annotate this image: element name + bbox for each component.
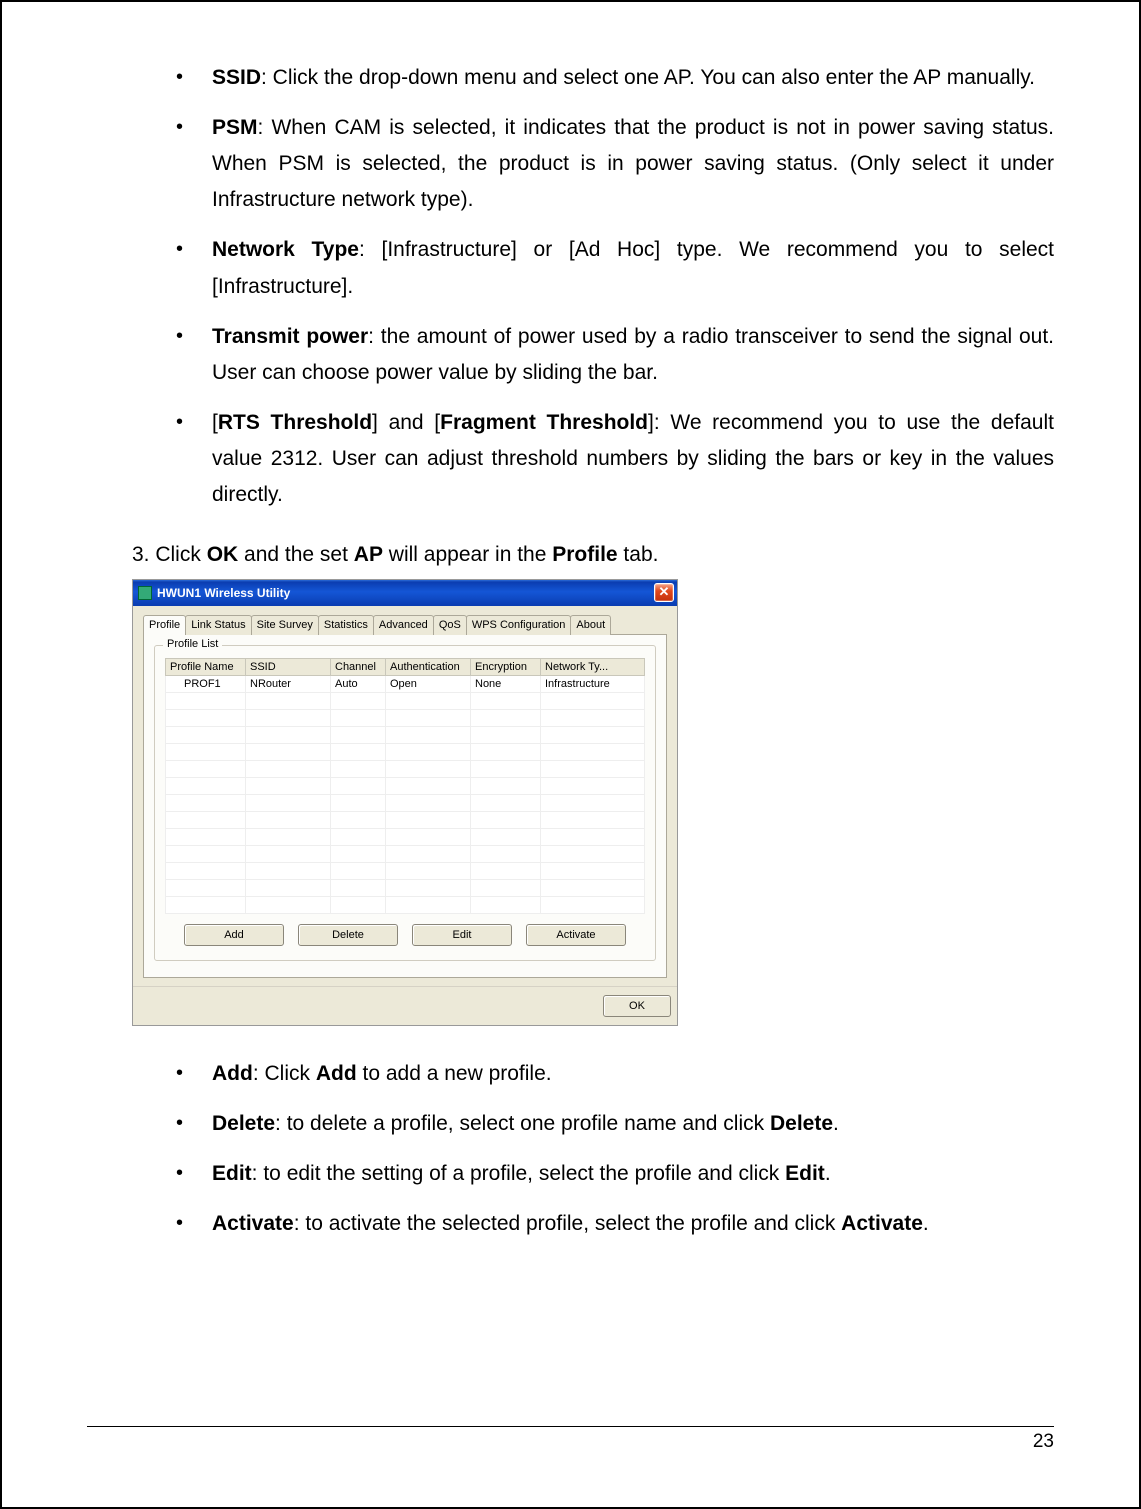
term2: Add: [316, 1062, 357, 1085]
tab-statistics[interactable]: Statistics: [318, 615, 374, 635]
column-header[interactable]: Authentication: [386, 658, 471, 675]
activate-button[interactable]: Activate: [526, 924, 626, 946]
wireless-utility-dialog: HWUN1 Wireless Utility ✕ ProfileLink Sta…: [132, 579, 678, 1026]
close-icon[interactable]: ✕: [654, 583, 674, 602]
cell: Auto: [331, 675, 386, 692]
table-row-empty: [166, 692, 645, 709]
rest: .: [923, 1212, 929, 1235]
term2: Delete: [770, 1112, 833, 1135]
table-row-empty: [166, 896, 645, 913]
tab-link-status[interactable]: Link Status: [185, 615, 251, 635]
bottom-bullet-list: Add: Click Add to add a new profile. Dele…: [132, 1056, 1054, 1242]
table-row[interactable]: PROF1NRouterAutoOpenNoneInfrastructure: [166, 675, 645, 692]
tab-strip: ProfileLink StatusSite SurveyStatisticsA…: [143, 614, 667, 635]
tab-site-survey[interactable]: Site Survey: [251, 615, 319, 635]
cell: None: [471, 675, 541, 692]
table-row-empty: [166, 862, 645, 879]
column-header[interactable]: Channel: [331, 658, 386, 675]
cell: Infrastructure: [541, 675, 645, 692]
tab-panel-profile: Profile List Profile NameSSIDChannelAuth…: [143, 635, 667, 978]
table-row-empty: [166, 828, 645, 845]
edit-button[interactable]: Edit: [412, 924, 512, 946]
profile-button-row: Add Delete Edit Activate: [165, 924, 645, 946]
b: OK: [207, 543, 239, 566]
tab-qos[interactable]: QoS: [433, 615, 467, 635]
b: AP: [354, 543, 383, 566]
term: Network Type: [212, 238, 359, 261]
group-legend: Profile List: [163, 638, 222, 650]
tab-about[interactable]: About: [570, 615, 611, 635]
column-header[interactable]: Network Ty...: [541, 658, 645, 675]
cell: PROF1: [166, 675, 246, 692]
profile-table: Profile NameSSIDChannelAuthenticationEnc…: [165, 658, 645, 914]
mid: : to activate the selected profile, sele…: [294, 1212, 841, 1235]
bullet-network-type: Network Type: [Infrastructure] or [Ad Ho…: [212, 232, 1054, 304]
b: Profile: [552, 543, 617, 566]
table-row-empty: [166, 794, 645, 811]
table-row-empty: [166, 743, 645, 760]
t: tab.: [618, 543, 659, 566]
column-header[interactable]: SSID: [246, 658, 331, 675]
bullet-rts-fragment: [RTS Threshold] and [Fragment Threshold]…: [212, 405, 1054, 513]
term: Activate: [212, 1212, 294, 1235]
mid: : Click: [253, 1062, 316, 1085]
window-title: HWUN1 Wireless Utility: [157, 586, 649, 600]
bullet-psm: PSM: When CAM is selected, it indicates …: [212, 110, 1054, 218]
bullet-activate: Activate: to activate the selected profi…: [212, 1206, 1054, 1242]
table-row-empty: [166, 777, 645, 794]
profile-list-group: Profile List Profile NameSSIDChannelAuth…: [154, 645, 656, 961]
table-row-empty: [166, 709, 645, 726]
term2: Edit: [785, 1162, 825, 1185]
rest: .: [833, 1112, 839, 1135]
term: Transmit power: [212, 325, 368, 348]
add-button[interactable]: Add: [184, 924, 284, 946]
term-fragment: Fragment Threshold: [440, 411, 648, 434]
term: Delete: [212, 1112, 275, 1135]
cell: Open: [386, 675, 471, 692]
column-header[interactable]: Profile Name: [166, 658, 246, 675]
mid: : to edit the setting of a profile, sele…: [252, 1162, 785, 1185]
term2: Activate: [841, 1212, 923, 1235]
bullet-ssid: SSID: Click the drop-down menu and selec…: [212, 60, 1054, 96]
dialog-button-row: OK: [133, 986, 677, 1025]
table-row-empty: [166, 811, 645, 828]
bullet-edit: Edit: to edit the setting of a profile, …: [212, 1156, 1054, 1192]
bullet-add: Add: Click Add to add a new profile.: [212, 1056, 1054, 1092]
page-number: 23: [1033, 1431, 1054, 1453]
top-bullet-list: SSID: Click the drop-down menu and selec…: [132, 60, 1054, 513]
term: Edit: [212, 1162, 252, 1185]
bullet-text: : Click the drop-down menu and select on…: [261, 66, 1035, 89]
delete-button[interactable]: Delete: [298, 924, 398, 946]
app-icon: [138, 586, 152, 600]
term: SSID: [212, 66, 261, 89]
t: and the set: [238, 543, 354, 566]
bullet-delete: Delete: to delete a profile, select one …: [212, 1106, 1054, 1142]
table-row-empty: [166, 726, 645, 743]
ok-button[interactable]: OK: [603, 995, 671, 1017]
tab-wps-configuration[interactable]: WPS Configuration: [466, 615, 572, 635]
t: 3. Click: [132, 543, 207, 566]
table-row-empty: [166, 879, 645, 896]
rest: to add a new profile.: [357, 1062, 552, 1085]
t: will appear in the: [383, 543, 552, 566]
term: Add: [212, 1062, 253, 1085]
cell: NRouter: [246, 675, 331, 692]
column-header[interactable]: Encryption: [471, 658, 541, 675]
mid: : to delete a profile, select one profil…: [275, 1112, 770, 1135]
tab-advanced[interactable]: Advanced: [373, 615, 434, 635]
tab-profile[interactable]: Profile: [143, 615, 186, 635]
titlebar: HWUN1 Wireless Utility ✕: [133, 580, 677, 606]
table-row-empty: [166, 760, 645, 777]
table-row-empty: [166, 845, 645, 862]
mid: ] and [: [372, 411, 440, 434]
step-3-text: 3. Click OK and the set AP will appear i…: [132, 537, 1054, 573]
term: PSM: [212, 116, 258, 139]
rest: .: [825, 1162, 831, 1185]
footer-rule: [87, 1426, 1054, 1427]
bullet-text: : When CAM is selected, it indicates tha…: [212, 116, 1054, 211]
term-rts: RTS Threshold: [218, 411, 372, 434]
bullet-transmit-power: Transmit power: the amount of power used…: [212, 319, 1054, 391]
